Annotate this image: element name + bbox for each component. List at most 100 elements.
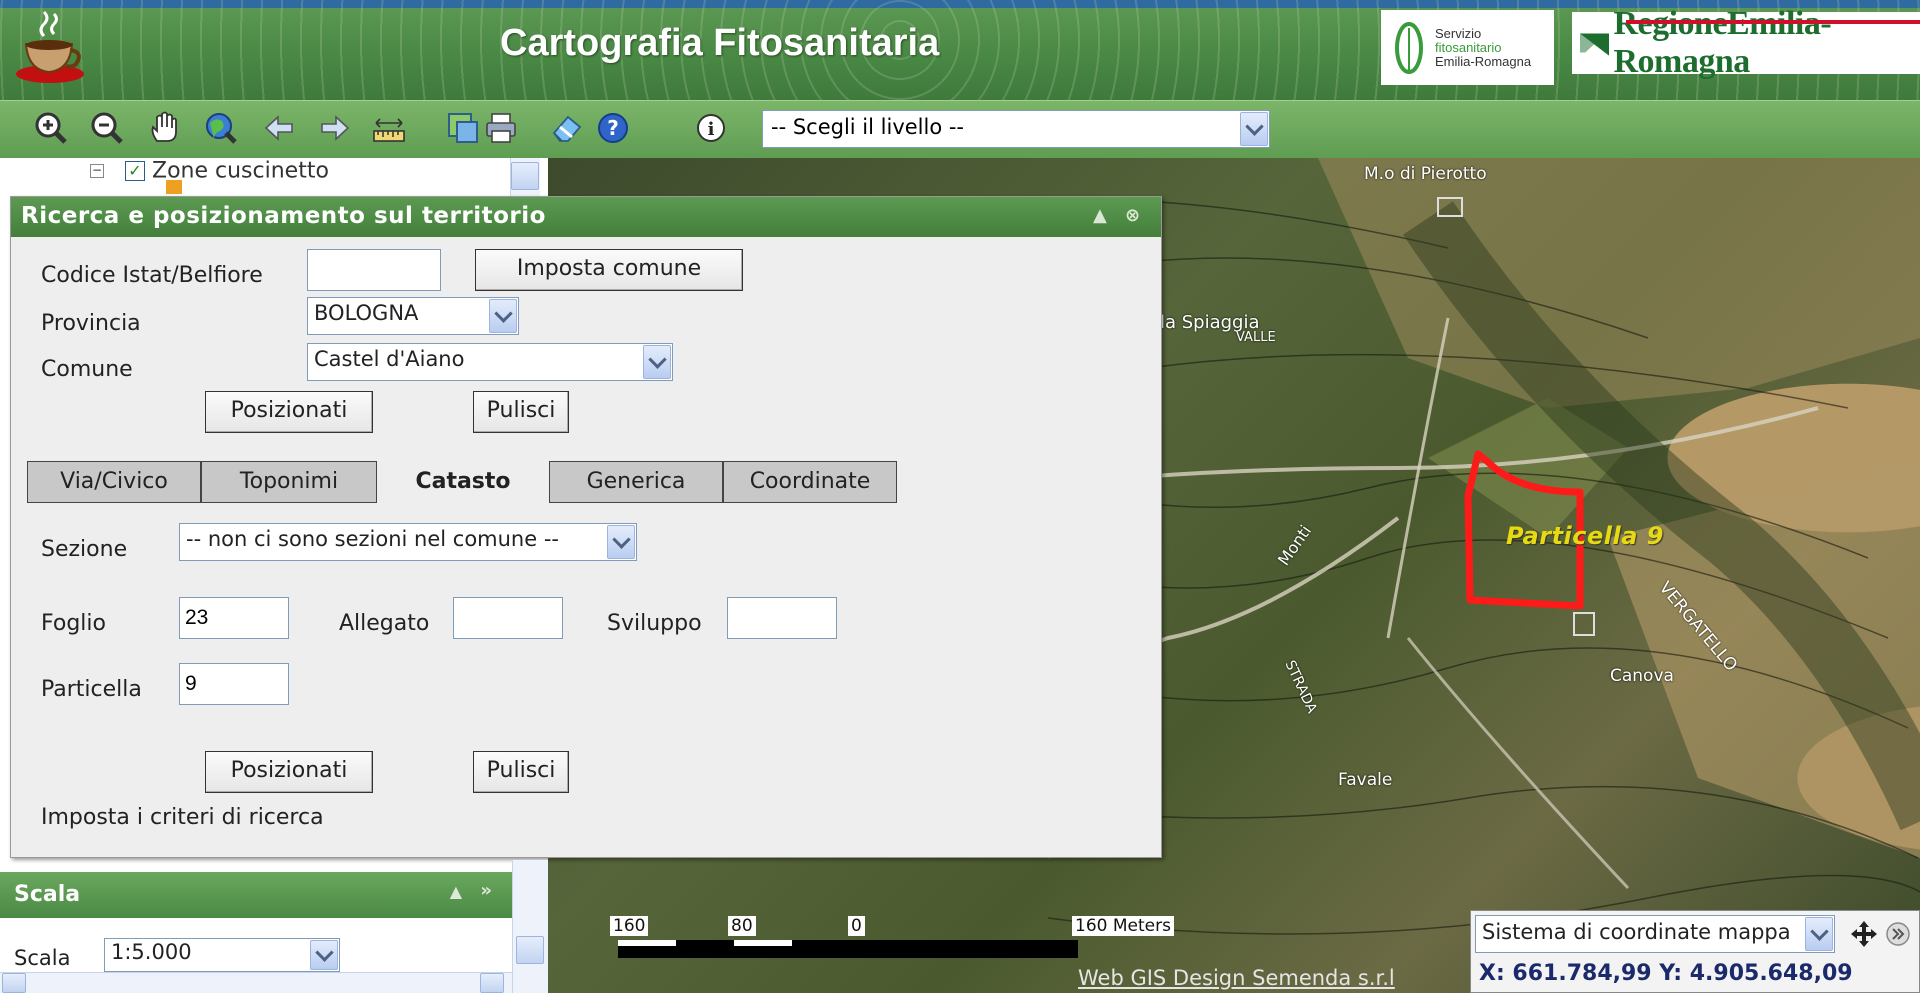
app-header: Cartografia Fitosanitaria Servizio fitos… [0, 0, 1920, 100]
pulisci-button[interactable]: Pulisci [473, 391, 569, 433]
svg-text:i: i [708, 119, 715, 140]
sviluppo-label: Sviluppo [607, 611, 702, 636]
posizionati-button[interactable]: Posizionati [205, 391, 373, 433]
eraser-icon[interactable] [550, 111, 584, 145]
allegato-label: Allegato [339, 611, 430, 636]
map-layers-icon[interactable] [446, 111, 480, 145]
coordinate-readout: X: 661.784,99 Y: 4.905.648,09 [1479, 961, 1853, 986]
map-label: VALLE [1236, 330, 1276, 345]
full-extent-globe-icon[interactable] [204, 111, 238, 145]
provincia-select[interactable]: BOLOGNA [307, 297, 519, 335]
scale-bar [618, 940, 1078, 958]
coffee-cup-logo-icon [16, 10, 84, 83]
provincia-value: BOLOGNA [314, 301, 419, 325]
scroll-down-icon[interactable] [516, 936, 544, 964]
close-icon[interactable]: ⊗ [1125, 205, 1149, 229]
pulisci-button-2[interactable]: Pulisci [473, 751, 569, 793]
servizio-logo-line3: Emilia-Romagna [1435, 53, 1532, 69]
sviluppo-input[interactable] [727, 597, 837, 639]
chevron-down-icon[interactable] [310, 940, 338, 970]
chevron-down-icon[interactable] [489, 299, 517, 333]
coordinate-system-value: Sistema di coordinate mappa [1482, 920, 1791, 944]
horizontal-scrollbar[interactable] [0, 972, 512, 993]
tab-via-civico[interactable]: Via/Civico [27, 461, 201, 503]
imposta-comune-button[interactable]: Imposta comune [475, 249, 743, 291]
pan-hand-icon[interactable] [148, 111, 182, 145]
checkbox-checked-icon[interactable]: ✓ [125, 161, 145, 181]
double-chevron-right-icon[interactable]: » [480, 880, 492, 901]
search-status: Imposta i criteri di ricerca [41, 805, 324, 830]
layer-tree-item[interactable]: − ✓ Zone cuscinetto [90, 158, 329, 184]
codice-label: Codice Istat/Belfiore [41, 263, 263, 288]
allegato-input[interactable] [453, 597, 563, 639]
scale-label: 0 [848, 916, 865, 936]
search-dialog-titlebar[interactable]: Ricerca e posizionamento sul territorio … [11, 197, 1161, 237]
map-label: Canova [1610, 666, 1674, 686]
scala-panel: Scala ▲ » Scala 1:5.000 [0, 872, 512, 993]
measure-ruler-icon[interactable] [372, 111, 406, 145]
chevron-down-icon[interactable] [1805, 917, 1833, 951]
particella-input[interactable] [179, 663, 289, 705]
svg-text:?: ? [607, 116, 619, 140]
forward-arrow-icon[interactable] [318, 111, 352, 145]
layer-select-value: -- Scegli il livello -- [771, 115, 965, 139]
zoom-out-icon[interactable] [90, 111, 124, 145]
scala-value: 1:5.000 [111, 940, 192, 964]
posizionati-button-2[interactable]: Posizionati [205, 751, 373, 793]
codice-input[interactable] [307, 249, 441, 291]
tab-generica[interactable]: Generica [549, 461, 723, 503]
particella-label: Particella [41, 677, 142, 702]
chevron-down-icon[interactable] [607, 525, 635, 559]
back-arrow-icon[interactable] [262, 111, 296, 145]
tree-expand-icon[interactable]: − [90, 164, 104, 178]
regione-flag-icon [1580, 33, 1610, 56]
map-label: Favale [1338, 770, 1393, 790]
search-dialog: Ricerca e posizionamento sul territorio … [10, 196, 1162, 858]
coordinate-system-select[interactable]: Sistema di coordinate mappa [1475, 915, 1835, 953]
sezione-select[interactable]: -- non ci sono sezioni nel comune -- [179, 523, 637, 561]
chevron-down-icon[interactable] [643, 345, 671, 379]
scala-title: Scala [14, 882, 81, 907]
scala-select[interactable]: 1:5.000 [104, 938, 340, 972]
regione-emilia-romagna-logo[interactable]: RegioneEmilia-Romagna [1572, 5, 1920, 80]
comune-value: Castel d'Aiano [314, 347, 465, 371]
foglio-input[interactable] [179, 597, 289, 639]
foglio-label: Foglio [41, 611, 106, 636]
tab-catasto[interactable]: Catasto [377, 461, 549, 503]
layer-select[interactable]: -- Scegli il livello -- [762, 110, 1270, 148]
scale-label: 160 [610, 916, 649, 936]
scroll-left-icon[interactable] [2, 973, 26, 993]
comune-label: Comune [41, 357, 133, 382]
help-icon[interactable]: ? [596, 111, 630, 145]
sezione-value: -- non ci sono sezioni nel comune -- [186, 527, 559, 551]
leaf-logo-icon [1395, 21, 1423, 74]
tab-coordinate[interactable]: Coordinate [723, 461, 897, 503]
scale-label: 80 [728, 916, 756, 936]
move-arrows-icon[interactable] [1849, 919, 1879, 949]
collapse-circle-icon[interactable] [1885, 921, 1911, 947]
zoom-in-icon[interactable] [34, 111, 68, 145]
tab-toponimi[interactable]: Toponimi [201, 461, 377, 503]
print-icon[interactable] [484, 111, 518, 145]
collapse-icon[interactable]: ▲ [1093, 205, 1117, 229]
comune-select[interactable]: Castel d'Aiano [307, 343, 673, 381]
lower-scrollbar[interactable] [512, 860, 548, 993]
scala-titlebar[interactable]: Scala ▲ » [0, 872, 512, 918]
servizio-fitosanitario-logo[interactable]: Servizio fitosanitario Emilia-Romagna [1381, 10, 1554, 85]
credits-link[interactable]: Web GIS Design Semenda s.r.l [1078, 966, 1395, 990]
parcel-9-label[interactable]: Particella 9 [1506, 522, 1664, 550]
servizio-logo-line2: fitosanitario [1435, 39, 1502, 55]
info-icon[interactable]: i [694, 111, 728, 145]
coordinate-panel: Sistema di coordinate mappa X: 661.784,9… [1470, 910, 1920, 993]
scala-label: Scala [14, 946, 71, 970]
map-label: M.o di Pierotto [1364, 164, 1487, 184]
chevron-down-icon[interactable] [1240, 112, 1268, 146]
collapse-icon[interactable]: ▲ [450, 882, 462, 901]
app-title: Cartografia Fitosanitaria [500, 22, 940, 64]
provincia-label: Provincia [41, 311, 141, 336]
logo-red-line [1626, 20, 1920, 24]
regione-logo-text: RegioneEmilia-Romagna [1613, 5, 1832, 80]
scroll-right-icon[interactable] [480, 973, 504, 993]
scroll-up-icon[interactable] [511, 162, 539, 190]
scale-label: 160 Meters [1072, 916, 1174, 936]
